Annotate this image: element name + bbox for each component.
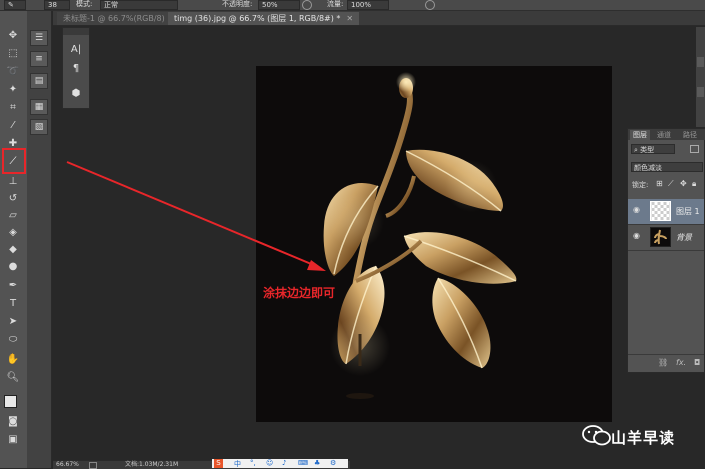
tab-channels[interactable]: 通道 [654,130,674,140]
link-layers-icon[interactable]: ⛓ [658,358,668,367]
layers-panel: 图层 通道 路径 ⌕ 类型 颜色减淡 锁定: ⊞ ⟋ ✥ 🔒︎ ◉ 图层 1 ◉… [627,128,705,373]
layer-style-button[interactable]: fx. [676,358,686,367]
ime-voice-icon[interactable]: ♪ [282,459,286,467]
lock-label: 锁定: [632,181,649,189]
watermark-text: 山羊早读 [611,429,676,447]
annotation-arrow [66,161,326,271]
ime-logo-icon[interactable]: S [214,459,223,468]
lock-position-icon[interactable]: ✥ [680,179,687,188]
search-icon: ⌕ [634,146,638,154]
lock-all-icon[interactable]: 🔒︎ [692,179,696,189]
blend-mode-select[interactable]: 颜色减淡 [631,162,703,172]
add-mask-icon[interactable]: ◘ [694,358,700,367]
ime-keyboard-icon[interactable]: ⌨ [298,459,308,467]
layers-panel-tabs: 图层 通道 路径 [628,129,705,140]
layer-thumbnail [650,201,671,221]
filter-value: 类型 [640,146,655,154]
tab-paths[interactable]: 路径 [680,130,700,140]
ime-tools-icon[interactable]: ⚙ [330,459,336,467]
divider [628,354,704,355]
ime-skin-icon[interactable]: ♣ [314,459,320,467]
annotation-text: 涂抹边边即可 [263,286,336,300]
layer-row[interactable]: ◉ 图层 1 [628,199,704,225]
layer-name[interactable]: 图层 1 [676,206,700,217]
ime-emoji-icon[interactable]: ☺ [266,459,273,467]
visibility-eye-icon[interactable]: ◉ [633,231,643,241]
lock-transparent-icon[interactable]: ⊞ [656,179,663,188]
layer-row[interactable]: ◉ 背景 [628,225,704,251]
layer-thumbnail [650,227,671,247]
layer-name[interactable]: 背景 [676,232,692,243]
lock-pixels-icon[interactable]: ⟋ [668,179,674,189]
visibility-eye-icon[interactable]: ◉ [633,205,643,215]
ime-toolbar: S 中 °, ☺ ♪ ⌨ ♣ ⚙ [212,459,348,468]
tab-layers[interactable]: 图层 [630,130,650,140]
layer-filter-select[interactable]: ⌕ 类型 [631,144,675,154]
ime-punct-icon[interactable]: °, [250,459,256,467]
filter-image-icon[interactable] [690,145,699,153]
